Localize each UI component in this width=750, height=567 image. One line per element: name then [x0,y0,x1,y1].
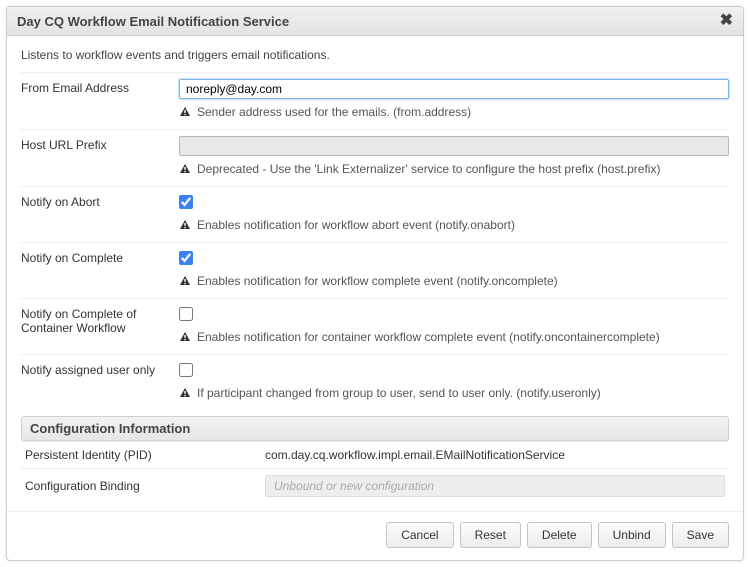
warning-icon [179,218,191,230]
notify-container-hint: Enables notification for container workf… [197,330,660,344]
notify-useronly-label: Notify assigned user only [21,361,169,400]
from-email-hint: Sender address used for the emails. (fro… [197,105,471,119]
warning-icon [179,386,191,398]
notify-container-label: Notify on Complete of Container Workflow [21,305,169,344]
row-notify-complete: Notify on Complete Enables notification … [21,242,729,298]
warning-icon [179,330,191,342]
row-notify-useronly: Notify assigned user only If participant… [21,354,729,410]
host-prefix-label: Host URL Prefix [21,136,169,176]
cancel-button[interactable]: Cancel [386,522,453,548]
from-email-input[interactable] [179,79,729,99]
dialog-description: Listens to workflow events and triggers … [21,48,729,62]
binding-label: Configuration Binding [25,479,255,493]
notify-useronly-hint: If participant changed from group to use… [197,386,601,400]
notify-container-checkbox[interactable] [179,307,193,321]
host-prefix-hint: Deprecated - Use the 'Link Externalizer'… [197,162,660,176]
from-email-label: From Email Address [21,79,169,119]
dialog-titlebar: Day CQ Workflow Email Notification Servi… [7,7,743,36]
notify-abort-checkbox[interactable] [179,195,193,209]
notify-useronly-checkbox[interactable] [179,363,193,377]
dialog-button-bar: Cancel Reset Delete Unbind Save [7,511,743,560]
notify-abort-hint: Enables notification for workflow abort … [197,218,515,232]
notify-complete-hint: Enables notification for workflow comple… [197,274,558,288]
reset-button[interactable]: Reset [460,522,521,548]
row-notify-container: Notify on Complete of Container Workflow… [21,298,729,354]
notify-abort-label: Notify on Abort [21,193,169,232]
save-button[interactable]: Save [672,522,729,548]
config-dialog: Day CQ Workflow Email Notification Servi… [6,6,744,561]
notify-complete-checkbox[interactable] [179,251,193,265]
pid-value: com.day.cq.workflow.impl.email.EMailNoti… [265,448,725,462]
row-binding: Configuration Binding Unbound or new con… [21,468,729,503]
notify-complete-label: Notify on Complete [21,249,169,288]
row-pid: Persistent Identity (PID) com.day.cq.wor… [21,441,729,468]
warning-icon [179,105,191,117]
config-info-header: Configuration Information [21,416,729,441]
dialog-body: Listens to workflow events and triggers … [7,36,743,511]
warning-icon [179,274,191,286]
row-notify-abort: Notify on Abort Enables notification for… [21,186,729,242]
unbind-button[interactable]: Unbind [598,522,666,548]
dialog-title: Day CQ Workflow Email Notification Servi… [17,14,289,29]
host-prefix-input[interactable] [179,136,729,156]
row-from-email: From Email Address Sender address used f… [21,72,729,129]
binding-value: Unbound or new configuration [265,475,725,497]
delete-button[interactable]: Delete [527,522,592,548]
close-icon[interactable]: ✖ [720,13,733,29]
warning-icon [179,162,191,174]
row-host-prefix: Host URL Prefix Deprecated - Use the 'Li… [21,129,729,186]
pid-label: Persistent Identity (PID) [25,448,255,462]
